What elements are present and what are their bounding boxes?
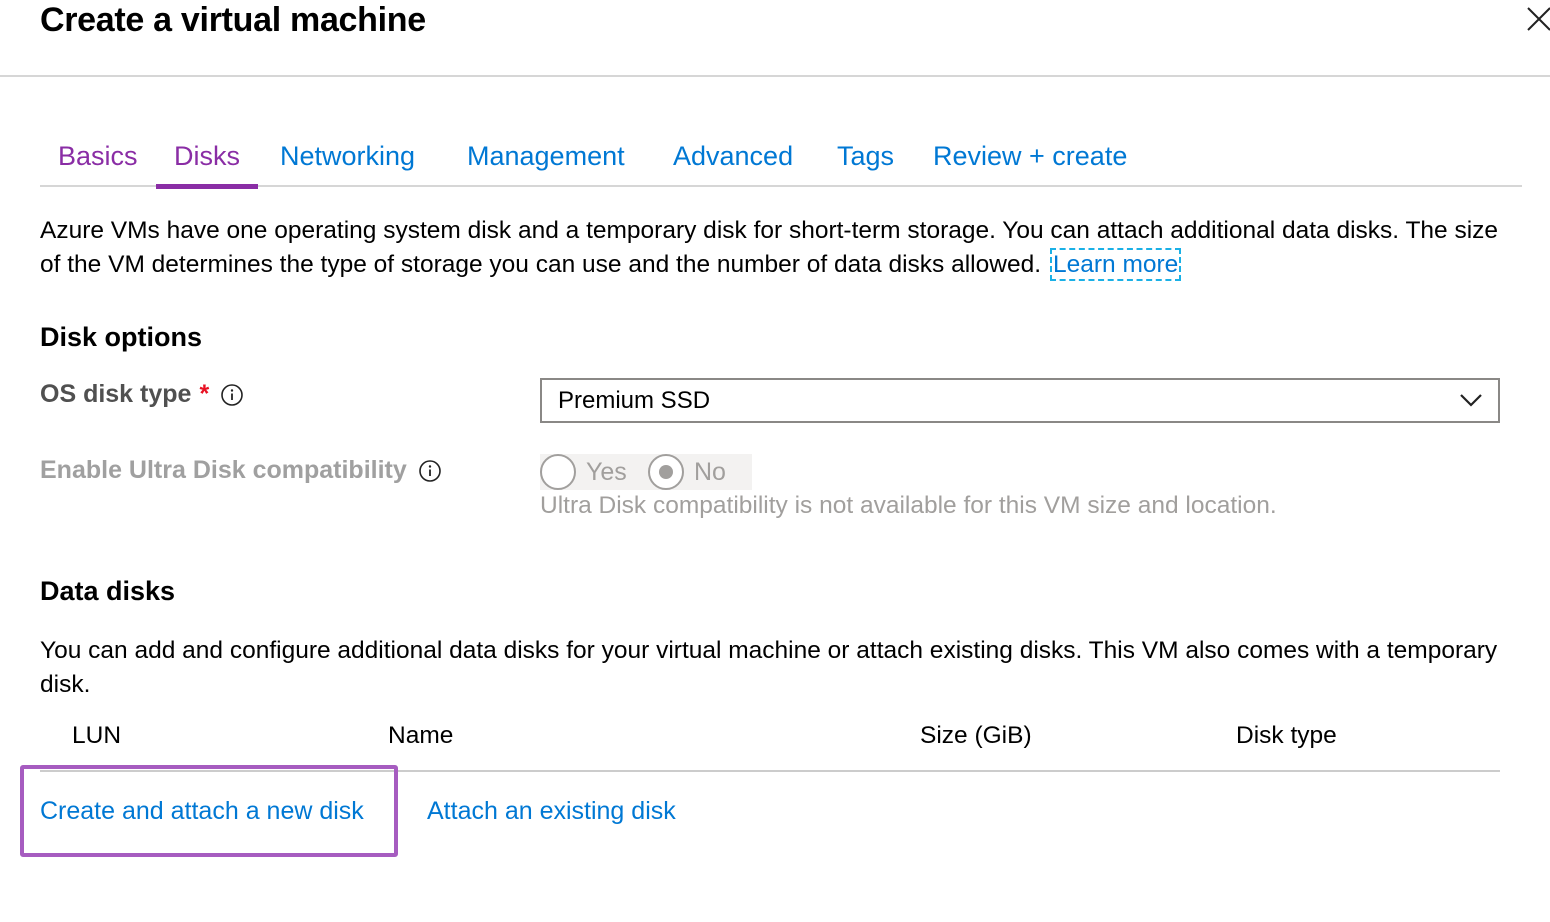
data-disks-table-header: LUN Name Size (GiB) Disk type [40, 716, 1500, 772]
page-title: Create a virtual machine [40, 1, 426, 39]
info-icon[interactable] [221, 383, 243, 406]
os-disk-type-label-row: OS disk type * [40, 380, 243, 409]
disk-options-heading: Disk options [40, 322, 203, 352]
radio-yes[interactable]: Yes [540, 454, 627, 490]
os-disk-type-select[interactable]: Premium SSD [540, 378, 1500, 423]
info-icon[interactable] [418, 459, 441, 482]
radio-no[interactable]: No [648, 454, 726, 490]
tab-tags[interactable]: Tags [837, 134, 894, 185]
intro-text: Azure VMs have one operating system disk… [40, 214, 1520, 282]
radio-no-label: No [694, 457, 726, 486]
chevron-down-icon [1460, 394, 1482, 407]
ultra-disk-label: Enable Ultra Disk compatibility [40, 456, 407, 484]
data-disks-description: You can add and configure additional dat… [40, 637, 1498, 698]
data-disks-heading: Data disks [40, 576, 176, 606]
radio-no-circle [648, 454, 684, 490]
os-disk-type-value: Premium SSD [558, 387, 711, 414]
column-header-lun: LUN [72, 722, 122, 749]
tab-advanced[interactable]: Advanced [673, 134, 793, 185]
column-header-name: Name [388, 722, 454, 749]
attach-existing-disk-link[interactable]: Attach an existing disk [427, 794, 676, 828]
tab-bar: Basics Disks Networking Management Advan… [40, 134, 1522, 189]
ultra-disk-label-row: Enable Ultra Disk compatibility [40, 456, 441, 485]
tab-review-create[interactable]: Review + create [933, 134, 1127, 185]
column-header-size: Size (GiB) [920, 722, 1032, 749]
tab-networking[interactable]: Networking [280, 134, 415, 185]
intro-description: Azure VMs have one operating system disk… [40, 217, 1499, 278]
close-button[interactable] [1526, 6, 1550, 32]
ultra-disk-radio-group: Yes No [540, 454, 752, 490]
ultra-disk-hint: Ultra Disk compatibility is not availabl… [540, 492, 1277, 519]
tab-management[interactable]: Management [467, 134, 625, 185]
column-header-disk-type: Disk type [1236, 722, 1337, 749]
radio-yes-circle [540, 454, 576, 490]
create-vm-page: Create a virtual machine Basics Disks Ne… [0, 0, 1550, 922]
tab-basics[interactable]: Basics [58, 134, 138, 185]
tab-disks[interactable]: Disks [156, 134, 258, 189]
close-icon [1527, 7, 1550, 31]
os-disk-type-label: OS disk type [40, 380, 192, 408]
required-marker: * [199, 380, 210, 408]
create-attach-new-disk-link[interactable]: Create and attach a new disk [40, 794, 364, 828]
header-divider [0, 75, 1550, 77]
radio-yes-label: Yes [586, 457, 627, 486]
learn-more-link[interactable]: Learn more [1050, 248, 1182, 281]
